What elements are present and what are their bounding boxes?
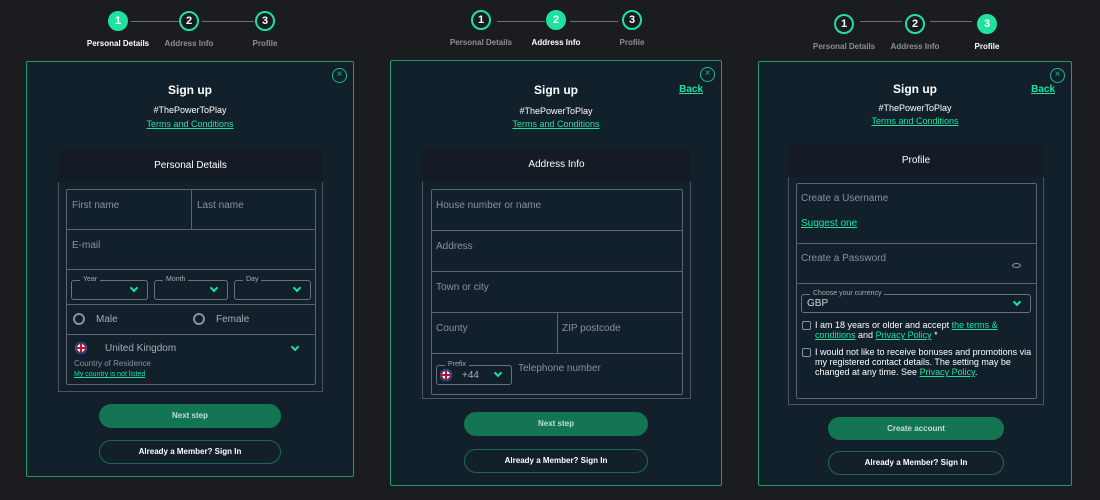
county-field[interactable]: County — [432, 313, 558, 354]
sign-in-button[interactable]: Already a Member? Sign In — [828, 451, 1004, 475]
country-not-listed-link[interactable]: My country is not listed — [74, 371, 145, 378]
next-step-button[interactable]: Next step — [464, 412, 648, 436]
address-field[interactable]: Address — [432, 231, 682, 272]
signup-card: × Sign up #ThePowerToPlay Terms and Cond… — [26, 61, 354, 477]
year-select[interactable]: Year — [71, 275, 148, 300]
sign-in-button[interactable]: Already a Member? Sign In — [99, 440, 281, 464]
password-field[interactable]: Create a Password — [797, 244, 1036, 284]
terms-link[interactable]: Terms and Conditions — [27, 119, 353, 129]
chevron-down-icon — [209, 283, 219, 293]
step-profile[interactable]: 3 Profile — [932, 14, 1042, 51]
telephone-field[interactable]: Telephone number — [518, 363, 601, 374]
close-icon[interactable]: × — [700, 67, 715, 82]
signup-title: Sign up — [534, 83, 578, 97]
profile-section: Profile Create a Username Suggest one Cr… — [788, 144, 1044, 405]
signup-card: × Back Sign up #ThePowerToPlay Terms and… — [758, 61, 1072, 486]
eye-icon[interactable] — [1012, 263, 1021, 268]
close-icon[interactable]: × — [1050, 68, 1065, 83]
create-account-button[interactable]: Create account — [828, 417, 1004, 440]
stepper: 1 Personal Details 2 Address Info 3 Profile — [0, 11, 1100, 51]
country-select[interactable]: United Kingdom Country of Residence My c… — [67, 335, 315, 384]
signup-card: × Back Sign up #ThePowerToPlay Terms and… — [390, 60, 722, 486]
age-terms-checkbox[interactable] — [802, 321, 811, 330]
month-select[interactable]: Month — [154, 275, 228, 300]
hashtag: #ThePowerToPlay — [519, 106, 593, 116]
last-name-field[interactable]: Last name — [192, 190, 315, 230]
zip-field[interactable]: ZIP postcode — [558, 313, 682, 354]
hashtag: #ThePowerToPlay — [878, 103, 952, 113]
no-bonus-checkbox[interactable] — [802, 348, 811, 357]
phone-row: Prefix +44 Telephone number — [432, 354, 682, 394]
chevron-down-icon — [493, 368, 503, 378]
next-step-button[interactable]: Next step — [99, 404, 281, 428]
chevron-down-icon — [290, 342, 300, 352]
town-field[interactable]: Town or city — [432, 272, 682, 313]
terms-link[interactable]: Terms and Conditions — [391, 119, 721, 129]
section-title: Address Info — [528, 159, 585, 170]
privacy-policy-link[interactable]: Privacy Policy — [876, 330, 932, 340]
gender-row: Male Female — [67, 305, 315, 335]
signup-title: Sign up — [168, 83, 212, 97]
signup-title: Sign up — [893, 82, 937, 96]
section-title: Profile — [901, 155, 931, 166]
form-grid: First name Last name E-mail Year Month D… — [66, 189, 316, 385]
dob-row: Year Month Day — [67, 270, 315, 305]
prefix-select[interactable]: Prefix +44 — [436, 360, 512, 385]
female-radio[interactable] — [193, 313, 205, 325]
day-select[interactable]: Day — [234, 275, 311, 300]
section-title: Personal Details — [154, 160, 227, 171]
form-grid: House number or name Address Town or cit… — [431, 189, 683, 395]
first-name-field[interactable]: First name — [67, 190, 192, 230]
uk-flag-icon — [75, 342, 87, 354]
house-field[interactable]: House number or name — [432, 190, 682, 231]
close-icon[interactable]: × — [332, 68, 347, 83]
address-info-section: Address Info House number or name Addres… — [422, 148, 691, 399]
email-field[interactable]: E-mail — [67, 230, 315, 270]
age-terms-text: I am 18 years or older and accept the te… — [815, 320, 998, 340]
chevron-down-icon — [1012, 297, 1022, 307]
suggest-username-link[interactable]: Suggest one — [801, 218, 857, 229]
chevron-down-icon — [129, 283, 139, 293]
privacy-policy-link[interactable]: Privacy Policy — [920, 367, 975, 377]
terms-link[interactable]: Terms and Conditions — [759, 116, 1071, 126]
no-bonus-text: I would not like to receive bonuses and … — [815, 347, 1032, 377]
sign-in-button[interactable]: Already a Member? Sign In — [464, 449, 648, 473]
form-grid: Create a Username Suggest one Create a P… — [796, 183, 1037, 399]
chevron-down-icon — [292, 283, 302, 293]
personal-details-section: Personal Details First name Last name E-… — [58, 149, 323, 392]
hashtag: #ThePowerToPlay — [153, 105, 227, 115]
male-radio[interactable] — [73, 313, 85, 325]
currency-select[interactable]: Choose your currency GBP — [801, 289, 1031, 313]
uk-flag-icon — [440, 369, 452, 381]
username-field[interactable]: Create a Username Suggest one — [797, 184, 1036, 244]
